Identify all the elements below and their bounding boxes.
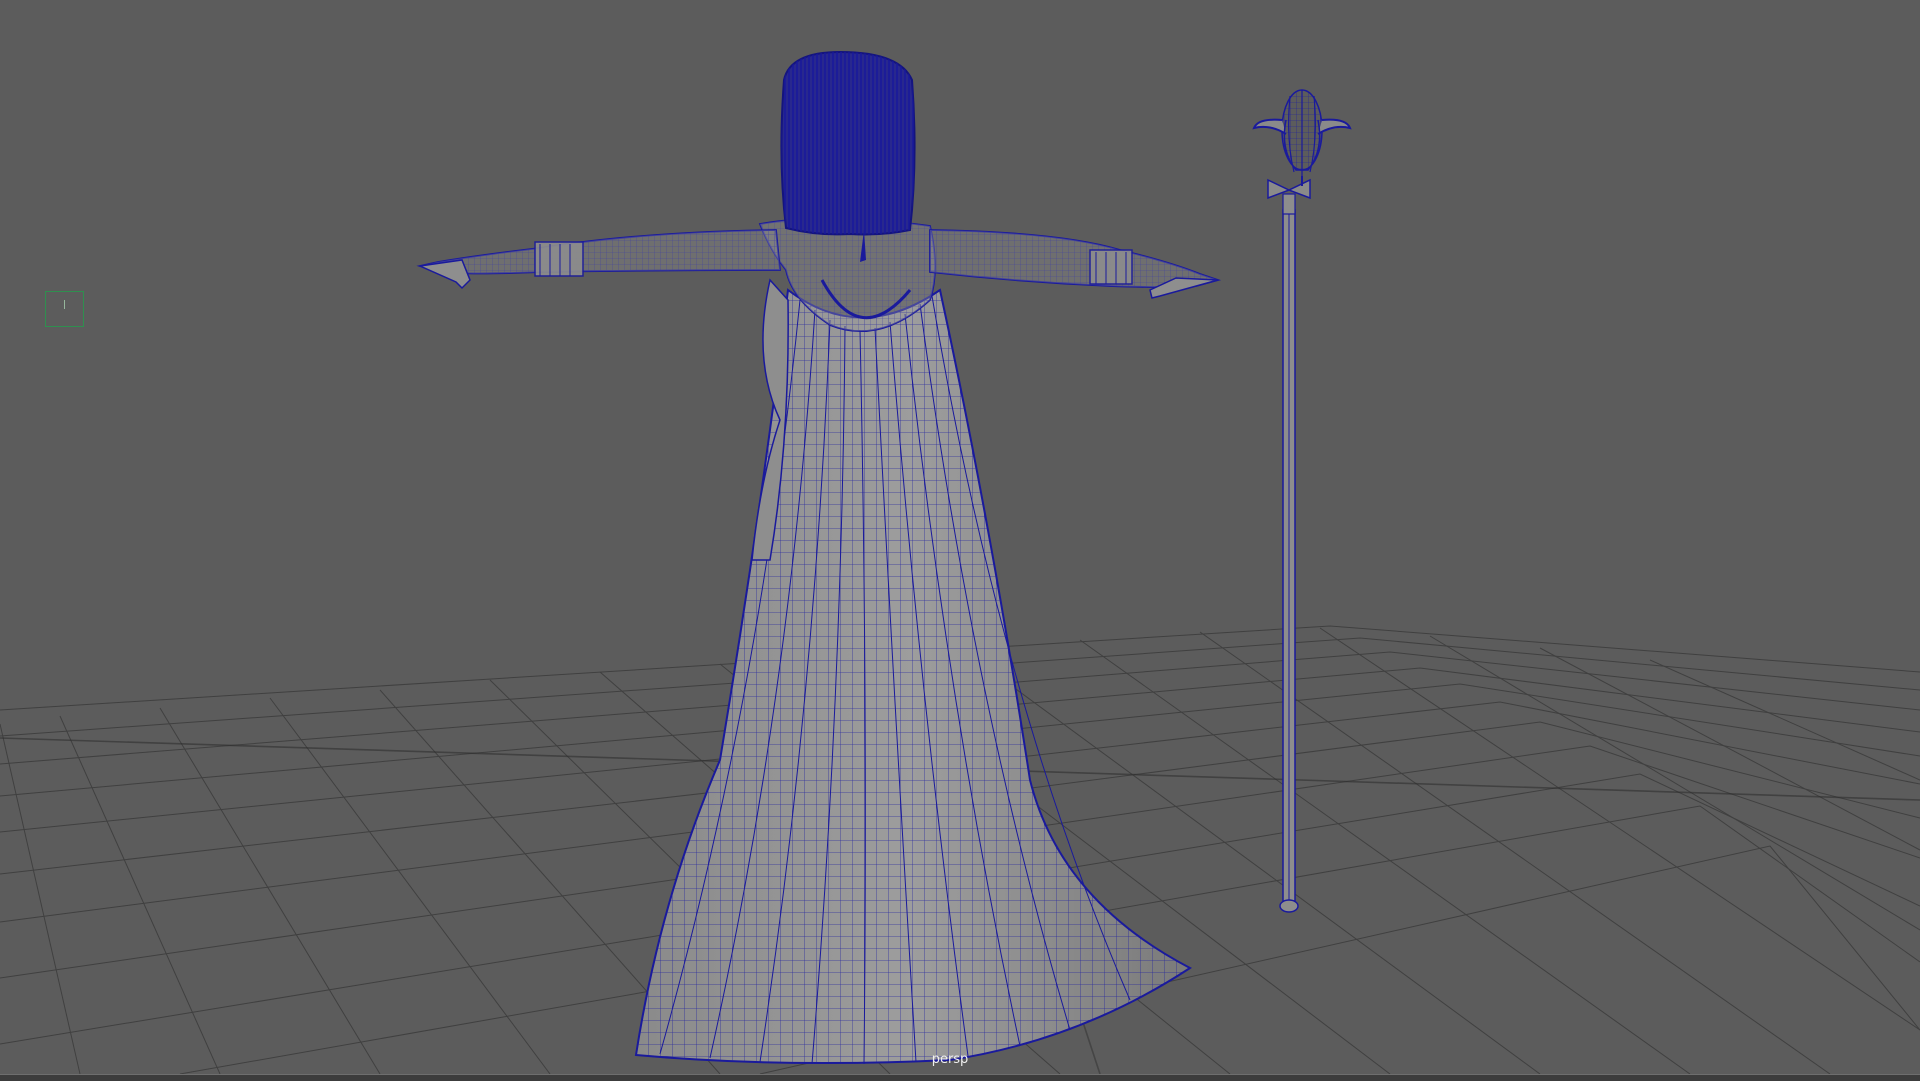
view-cube-icon[interactable]: | [45,291,84,327]
scene-canvas[interactable] [0,0,1920,1074]
staff-mesh-wireframe [1252,89,1352,913]
perspective-viewport[interactable]: | persp [0,0,1920,1074]
character-mesh-wireframe [416,50,1222,1065]
